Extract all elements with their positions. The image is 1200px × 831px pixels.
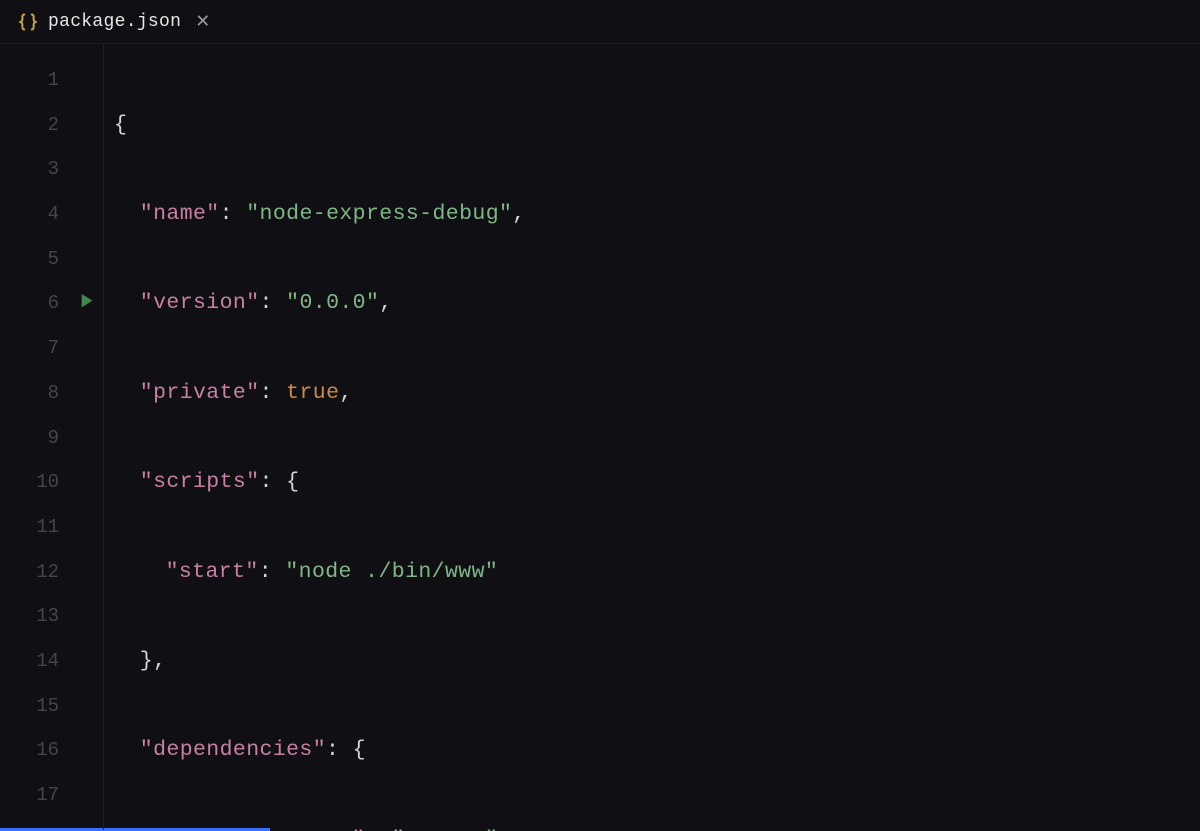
line-number: 5 <box>0 237 103 282</box>
line-number: 14 <box>0 639 103 684</box>
line-number: 12 <box>0 550 103 595</box>
braces-icon <box>18 12 38 32</box>
line-number: 7 <box>0 326 103 371</box>
code-line: "version": "0.0.0", <box>114 281 526 326</box>
line-number: 3 <box>0 147 103 192</box>
run-script-icon[interactable] <box>79 281 95 326</box>
line-number: 16 <box>0 728 103 773</box>
code-line: { <box>114 103 526 148</box>
line-number: 1 <box>0 58 103 103</box>
code-line: "private": true, <box>114 371 526 416</box>
line-number: 15 <box>0 684 103 729</box>
editor-area[interactable]: 1 2 3 4 5 6 7 8 9 10 11 12 13 14 15 16 1… <box>0 44 1200 830</box>
close-icon[interactable]: ✕ <box>191 9 214 35</box>
line-number: 13 <box>0 594 103 639</box>
line-number: 17 <box>0 773 103 818</box>
line-number: 6 <box>0 281 103 326</box>
code-line: "name": "node-express-debug", <box>114 192 526 237</box>
line-number: 11 <box>0 505 103 550</box>
line-number: 4 <box>0 192 103 237</box>
tab-title: package.json <box>48 12 181 32</box>
code-line: "scripts": { <box>114 460 526 505</box>
line-number: 2 <box>0 103 103 148</box>
code-line: }, <box>114 639 526 684</box>
line-number: 8 <box>0 371 103 416</box>
code-line: "dependencies": { <box>114 728 526 773</box>
code-line: "start": "node ./bin/www" <box>114 550 526 595</box>
line-number: 10 <box>0 460 103 505</box>
tab-package-json[interactable]: package.json ✕ <box>0 0 230 43</box>
code-content[interactable]: { "name": "node-express-debug", "version… <box>104 44 526 830</box>
line-number-gutter: 1 2 3 4 5 6 7 8 9 10 11 12 13 14 15 16 1… <box>0 44 104 830</box>
line-number: 9 <box>0 416 103 461</box>
tab-bar: package.json ✕ <box>0 0 1200 44</box>
